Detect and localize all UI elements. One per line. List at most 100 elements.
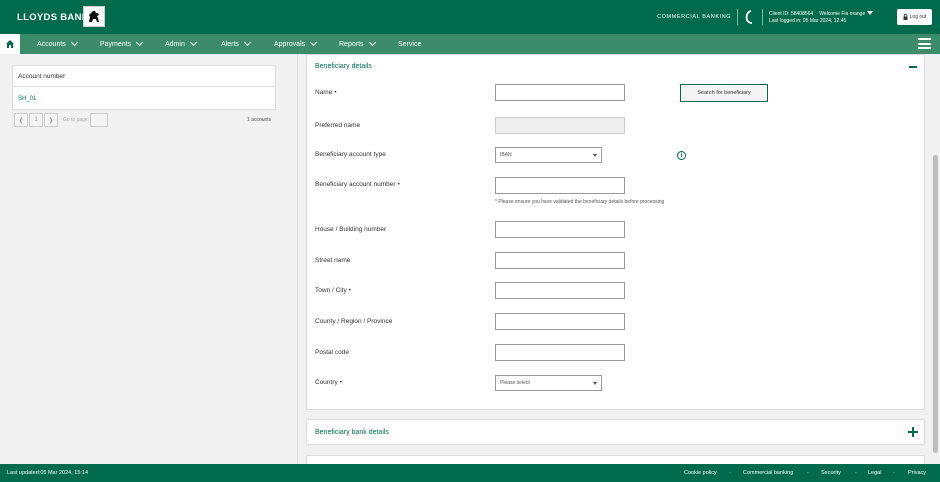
postal-code-label: Postal code (315, 349, 349, 356)
lock-icon (903, 14, 908, 20)
beneficiary-details-section: Beneficiary details Name • Search for ben… (306, 54, 925, 410)
footer-separator: · (729, 470, 731, 476)
caret-down-icon (593, 154, 597, 157)
footer-link-security[interactable]: Security (821, 470, 841, 476)
validation-note: * Please ensure you have validated the b… (495, 199, 665, 205)
footer-link-cookie[interactable]: Cookie policy (684, 470, 717, 476)
prev-page-button[interactable]: ❮ (14, 113, 28, 127)
nav-label: Accounts (37, 40, 66, 48)
town-input[interactable] (495, 282, 625, 299)
account-type-label: Beneficiary account type (315, 151, 386, 158)
nav-reports[interactable]: Reports (339, 34, 376, 54)
nav-label: Admin (165, 40, 185, 48)
chevron-down-icon (189, 38, 197, 47)
next-page-button[interactable]: ❯ (44, 113, 58, 127)
town-label: Town / City • (315, 287, 351, 294)
home-icon[interactable] (0, 34, 20, 54)
divider (762, 9, 763, 25)
account-count: 1 accounts (247, 117, 272, 123)
nav-label: Approvals (274, 40, 306, 48)
menu-icon[interactable] (918, 38, 931, 49)
page-number[interactable]: 1 (29, 113, 43, 127)
footer-separator: · (855, 470, 857, 476)
nav-accounts[interactable]: Accounts (37, 34, 78, 54)
expand-icon[interactable] (908, 427, 918, 437)
chevron-down-icon (243, 38, 251, 47)
section-title[interactable]: Beneficiary bank details (315, 429, 389, 436)
nav-payments[interactable]: Payments (100, 34, 144, 54)
name-input[interactable] (495, 84, 625, 101)
name-label: Name • (315, 89, 337, 96)
nav-admin[interactable]: Admin (165, 34, 197, 54)
caret-down-icon (593, 382, 597, 385)
postal-code-input[interactable] (495, 344, 625, 361)
section-title[interactable]: Beneficiary details (315, 63, 372, 70)
client-id: Client ID: 58408564 (769, 11, 814, 17)
search-beneficiary-button[interactable]: Search for beneficiary (680, 84, 768, 102)
accounts-panel: Account number SH_01 ❮ 1 ❯ Go to page 1 … (0, 54, 298, 464)
column-header: Account number (13, 66, 275, 87)
welcome-text: Welcome Fia orange (819, 11, 866, 17)
logout-button[interactable]: Log out (897, 9, 932, 25)
footer: Last updated:05 Mar 2024, 15:14 Cookie p… (0, 464, 940, 482)
street-label: Street name (315, 257, 351, 264)
nav-alerts[interactable]: Alerts (221, 34, 251, 54)
pagination: ❮ 1 ❯ Go to page (14, 112, 108, 128)
goto-page-label: Go to page (63, 117, 88, 123)
account-number-label: Beneficiary account number • (315, 181, 400, 188)
last-updated: Last updated:05 Mar 2024, 15:14 (7, 470, 89, 476)
nav-label: Payments (100, 40, 132, 48)
accounts-table: Account number SH_01 (12, 65, 276, 110)
next-section (306, 455, 925, 464)
chevron-down-icon (136, 38, 144, 47)
footer-separator: · (893, 470, 895, 476)
nav-label: Reports (339, 40, 364, 48)
preferred-name-label: Preferred name (315, 122, 361, 129)
main-nav: Accounts Payments Admin Alerts Approvals… (0, 34, 940, 54)
scrollbar-thumb[interactable] (933, 155, 938, 453)
required-mark: • (397, 182, 400, 188)
chevron-down-icon (368, 38, 376, 47)
house-input[interactable] (495, 221, 625, 238)
nav-service[interactable]: Service (398, 34, 421, 54)
county-label: County / Region / Province (315, 318, 393, 325)
nav-label: Service (398, 40, 422, 48)
footer-separator: · (807, 470, 809, 476)
account-type-value: IBAN (500, 152, 512, 158)
last-logged-in: Last logged in: 05 Mar 2024, 12:45 (769, 18, 847, 24)
nav-label: Alerts (221, 40, 239, 48)
footer-link-commercial[interactable]: Commercial banking (743, 470, 793, 476)
welcome-menu[interactable]: Welcome Fia orange (819, 11, 874, 18)
beneficiary-bank-details-section[interactable]: Beneficiary bank details (306, 419, 925, 445)
required-mark: • (348, 288, 351, 294)
logout-label: Log out (909, 14, 927, 20)
account-number-input[interactable] (495, 177, 625, 194)
footer-link-privacy[interactable]: Privacy (908, 470, 926, 476)
client-info: Client ID: 58408564 Welcome Fia orange L… (769, 11, 874, 25)
caret-down-icon (867, 11, 874, 15)
country-label: Country • (315, 379, 342, 386)
required-mark: • (339, 380, 342, 386)
required-mark: • (334, 90, 337, 96)
collapse-icon[interactable] (909, 66, 917, 68)
account-type-select[interactable]: IBAN (495, 147, 602, 163)
preferred-name-input (495, 117, 625, 134)
country-select[interactable]: Please select (495, 375, 602, 391)
house-label: House / Building number (315, 226, 387, 233)
footer-link-legal[interactable]: Legal (868, 470, 881, 476)
street-input[interactable] (495, 252, 625, 269)
section-label: COMMERCIAL BANKING (657, 14, 732, 20)
divider (737, 9, 738, 25)
table-row[interactable]: SH_01 (13, 87, 275, 110)
top-header: LLOYDS BANK COMMERCIAL BANKING Client ID… (0, 0, 940, 34)
nav-approvals[interactable]: Approvals (274, 34, 318, 54)
phone-icon[interactable] (744, 10, 754, 24)
county-input[interactable] (495, 313, 625, 330)
brand-name: LLOYDS BANK (17, 12, 89, 23)
goto-page-input[interactable] (89, 113, 108, 127)
horse-logo-icon[interactable] (83, 6, 105, 27)
chevron-down-icon (70, 38, 78, 47)
info-icon[interactable]: i (677, 151, 686, 160)
country-placeholder: Please select (500, 380, 530, 386)
chevron-down-icon (310, 38, 318, 47)
